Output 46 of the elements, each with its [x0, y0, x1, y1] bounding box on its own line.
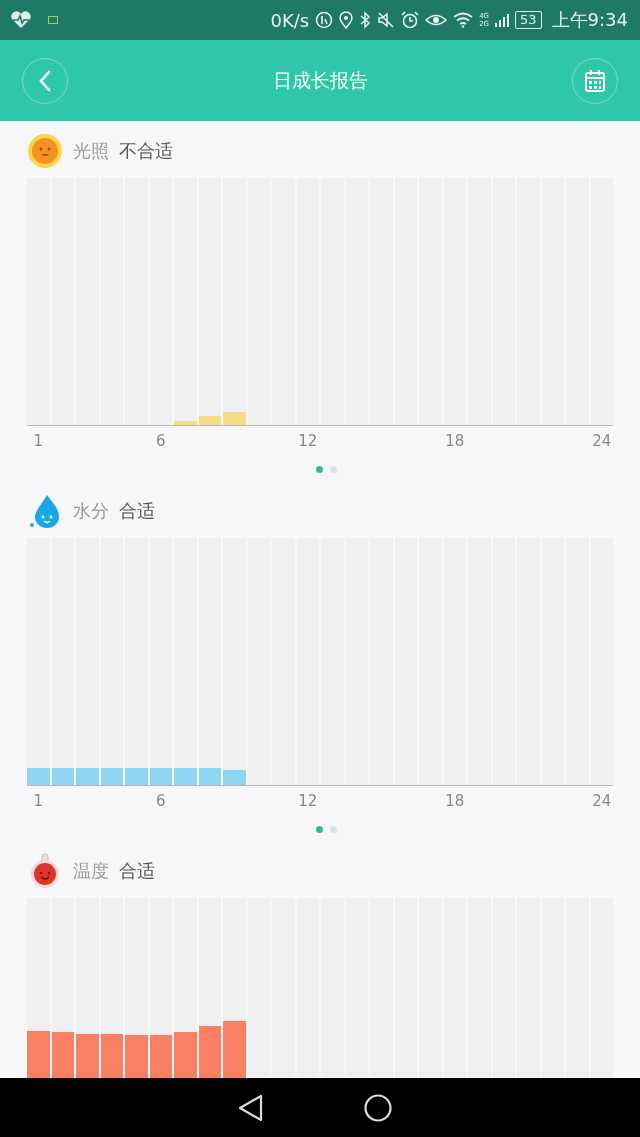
axis-label: 18 [444, 792, 466, 810]
axis-label: 12 [297, 432, 319, 450]
bar [100, 768, 123, 785]
network-speed: 0K/s [270, 9, 310, 31]
axis-label: 24 [591, 792, 613, 810]
page-dot[interactable] [315, 466, 323, 473]
mute-icon [377, 11, 396, 29]
signal-icon [495, 12, 510, 28]
bar [223, 412, 246, 425]
page-title: 日成长报告 [272, 67, 368, 93]
battery-level: 53 [515, 11, 542, 29]
bar [51, 768, 74, 785]
metric-status: 不合适 [119, 139, 173, 163]
page-dot[interactable] [315, 826, 323, 833]
data-saver-icon [315, 11, 334, 29]
metric-label: 光照 [73, 139, 109, 163]
metric-status: 合适 [119, 859, 155, 883]
axis-label: 1 [32, 792, 44, 810]
bar [125, 768, 148, 785]
axis-label: 18 [444, 432, 466, 450]
axis-label: 24 [591, 432, 613, 450]
bar [198, 768, 221, 785]
back-icon [38, 69, 52, 92]
bluetooth-icon [359, 11, 372, 29]
bar [149, 768, 172, 785]
axis-label: 6 [154, 792, 167, 810]
axis-label: 6 [154, 432, 167, 450]
calendar-icon [584, 68, 606, 93]
back-icon[interactable] [238, 1093, 264, 1122]
bar [223, 770, 246, 785]
metric-label: 温度 [73, 859, 109, 883]
location-icon [339, 11, 354, 29]
axis-label: 12 [297, 792, 319, 810]
wifi-icon [453, 12, 474, 28]
sim-icon [48, 16, 58, 24]
heart-rate-icon [10, 11, 32, 29]
bar [174, 768, 197, 785]
sun-icon [27, 133, 63, 169]
clock: 上午9:34 [551, 8, 628, 32]
metric-label: 水分 [73, 499, 109, 523]
axis-label: 1 [32, 432, 44, 450]
bar [27, 768, 50, 785]
alarm-icon [401, 11, 420, 29]
home-icon[interactable] [364, 1093, 392, 1122]
bar [76, 768, 99, 785]
metric-status: 合适 [119, 499, 155, 523]
